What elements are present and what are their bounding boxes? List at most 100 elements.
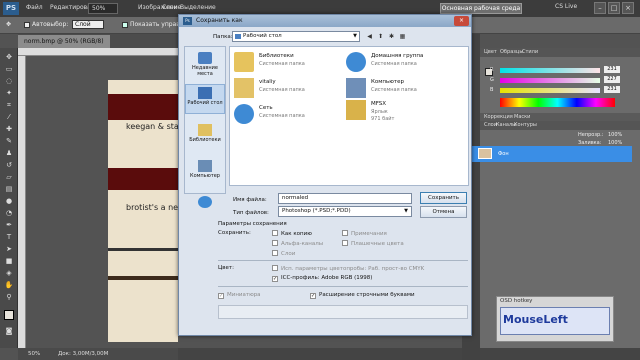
- cs-live-link[interactable]: CS Live: [555, 3, 577, 10]
- filename-input[interactable]: normaled: [278, 193, 412, 204]
- foreground-color-swatch[interactable]: [4, 310, 14, 320]
- slider-r[interactable]: R 231: [490, 66, 620, 74]
- lasso-tool-icon[interactable]: ◌: [4, 76, 14, 86]
- preview-area: [218, 305, 468, 319]
- type-tool-icon[interactable]: T: [4, 232, 14, 242]
- menu-layers[interactable]: Слои: [162, 4, 178, 11]
- blur-tool-icon[interactable]: ●: [4, 196, 14, 206]
- chevron-down-icon: ▼: [404, 208, 408, 214]
- history-brush-icon[interactable]: ↺: [4, 160, 14, 170]
- toolbox: ✥ ▭ ◌ ✦ ⌗ ⁄ ✚ ✎ ♟ ↺ ▱ ▤ ● ◔ ✒ T ➤ ■ ◈ ✋ …: [0, 48, 18, 348]
- quick-mask-icon[interactable]: ◙: [4, 326, 14, 336]
- autoselect-select[interactable]: Слой: [72, 20, 104, 29]
- ruler-vertical: [18, 56, 26, 348]
- opacity-value[interactable]: 100%: [608, 132, 622, 138]
- canvas-dark-line: [108, 248, 178, 251]
- close-window-button[interactable]: ×: [622, 2, 634, 14]
- as-copy-checkbox[interactable]: Как копию: [272, 230, 312, 237]
- show-controls-checkbox[interactable]: Показать управл.: [122, 21, 186, 28]
- view-menu-icon[interactable]: ▦: [398, 32, 407, 41]
- tab-styles[interactable]: Стили: [522, 49, 538, 55]
- status-doc-size: Док: 3,00M/3,00M: [58, 351, 109, 357]
- slider-g-bar[interactable]: [500, 78, 600, 83]
- file-name: Библиотеки: [259, 53, 294, 59]
- tab-color[interactable]: Цвет: [484, 49, 497, 55]
- pen-tool-icon[interactable]: ✒: [4, 220, 14, 230]
- place-desktop[interactable]: Рабочий стол: [185, 84, 225, 114]
- maximize-button[interactable]: □: [608, 2, 620, 14]
- cancel-button[interactable]: Отмена: [420, 206, 467, 218]
- libraries-icon: [198, 124, 212, 136]
- file-type: Ярлык: [371, 109, 388, 115]
- slider-g[interactable]: G 227: [490, 76, 620, 84]
- slider-b-bar[interactable]: [500, 88, 600, 93]
- save-button[interactable]: Сохранить: [420, 192, 467, 204]
- shape-tool-icon[interactable]: ■: [4, 256, 14, 266]
- slider-b-value[interactable]: 231: [604, 86, 620, 93]
- document-canvas[interactable]: keegan & sta brotist's a ne: [108, 80, 178, 342]
- osd-title: OSD hotkey: [500, 298, 533, 304]
- eyedropper-icon[interactable]: ⁄: [4, 112, 14, 122]
- photoshop-icon: Ps: [183, 17, 192, 25]
- status-zoom: 50%: [28, 351, 41, 357]
- proof-setup-checkbox: Исп. параметры цветопробы: Раб. прост-во…: [272, 265, 424, 272]
- document-tab[interactable]: norm.bmp @ 50% (RGB/8): [18, 35, 110, 48]
- 3d-rotate-icon[interactable]: ◈: [4, 268, 14, 278]
- tab-swatches[interactable]: Образцы: [500, 49, 523, 55]
- icc-profile-checkbox[interactable]: ✓ ICC-профиль: Adobe RGB (1998): [272, 275, 372, 282]
- place-computer[interactable]: Компьютер: [185, 160, 225, 179]
- zoom-select[interactable]: 50%: [88, 3, 118, 14]
- slider-b[interactable]: B 231: [490, 86, 620, 94]
- place-recent[interactable]: Недавние места: [185, 52, 225, 77]
- color-spectrum[interactable]: [500, 98, 615, 107]
- file-type: Системная папка: [259, 113, 305, 119]
- menu-file[interactable]: Файл: [26, 4, 43, 11]
- place-libraries[interactable]: Библиотеки: [185, 124, 225, 143]
- file-item[interactable]: Домашняя группа Системная папка: [346, 50, 456, 76]
- minimize-button[interactable]: –: [594, 2, 606, 14]
- file-item[interactable]: Сеть Системная папка: [234, 102, 344, 128]
- canvas-dark-line: [108, 276, 178, 280]
- back-icon[interactable]: ◀: [365, 32, 374, 41]
- place-recent-label: Недавние места: [192, 65, 218, 77]
- slider-g-value[interactable]: 227: [604, 76, 620, 83]
- marquee-tool-icon[interactable]: ▭: [4, 64, 14, 74]
- slider-r-value[interactable]: 231: [604, 66, 620, 73]
- file-item[interactable]: MFSX Ярлык 971 байт: [346, 98, 456, 124]
- slider-r-bar[interactable]: [500, 68, 600, 73]
- lowercase-extension-checkbox[interactable]: ✓ Расширение строчными буквами: [310, 292, 415, 299]
- path-select-icon[interactable]: ➤: [4, 244, 14, 254]
- zoom-tool-icon[interactable]: ⚲: [4, 292, 14, 302]
- dialog-close-button[interactable]: ×: [454, 16, 469, 26]
- canvas-text: keegan & sta: [126, 122, 178, 131]
- eraser-tool-icon[interactable]: ▱: [4, 172, 14, 182]
- autoselect-checkbox[interactable]: Автовыбор:: [24, 21, 68, 28]
- tab-masks[interactable]: Маски: [514, 114, 530, 120]
- layer-row[interactable]: [472, 146, 632, 162]
- file-item[interactable]: vitaliy Системная папка: [234, 76, 344, 102]
- crop-tool-icon[interactable]: ⌗: [4, 100, 14, 110]
- tab-adjustments[interactable]: Коррекция: [484, 114, 513, 120]
- slider-g-label: G: [490, 77, 494, 83]
- tab-paths[interactable]: Контуры: [514, 122, 537, 128]
- workspace-button[interactable]: Основная рабочая среда: [440, 3, 522, 14]
- file-type: Системная папка: [259, 61, 305, 67]
- move-tool-icon[interactable]: ✥: [4, 52, 14, 62]
- new-folder-icon[interactable]: ✱: [387, 32, 396, 41]
- healing-brush-icon[interactable]: ✚: [4, 124, 14, 134]
- recent-places-icon: [198, 52, 212, 64]
- dialog-title: Сохранить как: [196, 17, 243, 24]
- menu-select[interactable]: Выделение: [180, 4, 216, 11]
- folder-select[interactable]: Рабочий стол ▼: [232, 31, 360, 42]
- stamp-tool-icon[interactable]: ♟: [4, 148, 14, 158]
- up-folder-icon[interactable]: ⬆: [376, 32, 385, 41]
- place-network[interactable]: [185, 196, 225, 209]
- filetype-select[interactable]: Photoshop (*.PSD;*.PDD) ▼: [278, 206, 412, 217]
- dodge-tool-icon[interactable]: ◔: [4, 208, 14, 218]
- hand-tool-icon[interactable]: ✋: [4, 280, 14, 290]
- user-folder-icon: [234, 78, 254, 98]
- file-item[interactable]: Библиотеки Системная папка: [234, 50, 344, 76]
- brush-tool-icon[interactable]: ✎: [4, 136, 14, 146]
- gradient-tool-icon[interactable]: ▤: [4, 184, 14, 194]
- magic-wand-icon[interactable]: ✦: [4, 88, 14, 98]
